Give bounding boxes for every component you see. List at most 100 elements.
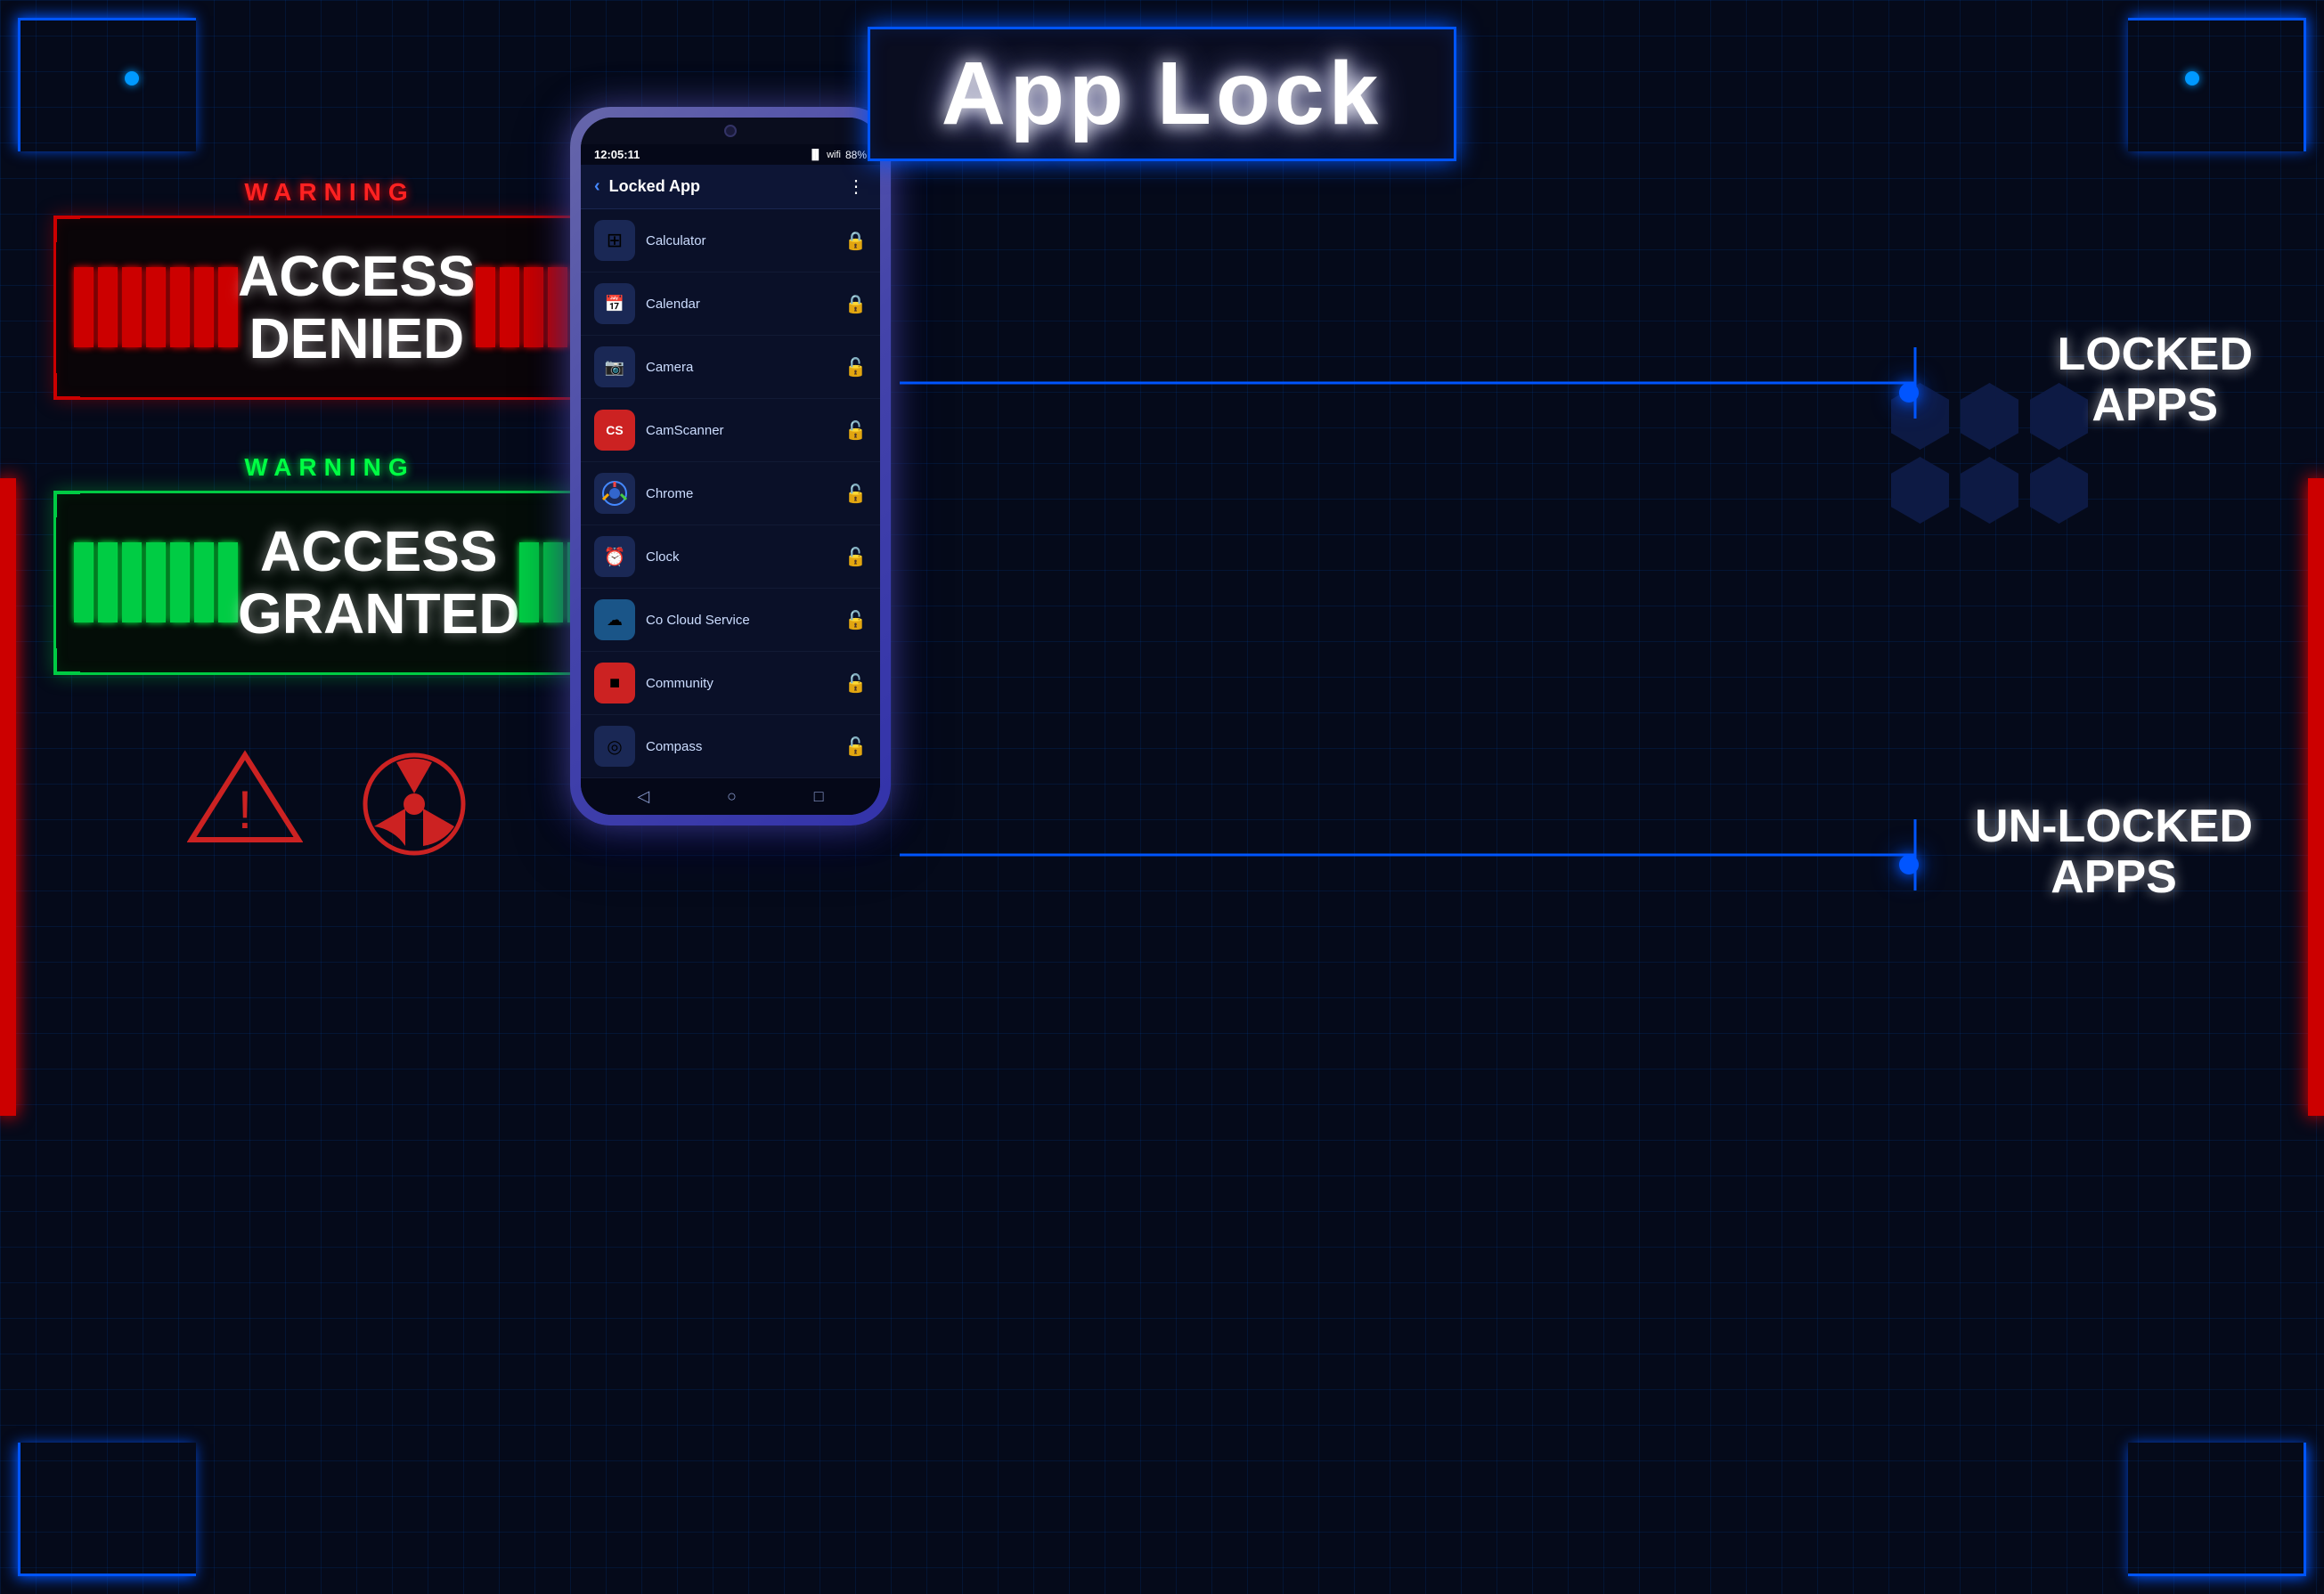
app-header-title: Locked App (609, 177, 838, 196)
access-denied-section: WARNING ACCESS DENIED (53, 178, 606, 400)
app-item-calendar[interactable]: 📅 Calendar 🔒 (581, 272, 880, 336)
unlocked-apps-text-line1: UN-LOCKED (1975, 801, 2253, 852)
stripe-green-3 (122, 542, 142, 622)
app-name-calendar: Calendar (646, 297, 834, 312)
stripe-green-4 (146, 542, 166, 622)
bracket-granted-tl (53, 491, 80, 517)
phone-mockup: 12:05:11 ▐▌ wifi 88% ‹ Locked App ⋮ ⊞ Ca… (570, 107, 891, 825)
hex-5 (1961, 457, 2018, 524)
unlocked-connector-dot (1899, 855, 1919, 874)
app-item-camera[interactable]: 📷 Camera 🔓 (581, 336, 880, 399)
granted-box-inner: ACCESS GRANTED (74, 520, 585, 646)
app-icon-calendar: 📅 (594, 283, 635, 324)
stripe-green-2 (98, 542, 118, 622)
svg-text:!: ! (238, 780, 253, 840)
locked-apps-text-line2: APPS (2057, 380, 2253, 431)
lock-icon-clock: 🔓 (844, 546, 867, 568)
bottom-icons-area: ! (53, 746, 606, 862)
stripe-red-r4 (548, 267, 567, 347)
app-list: ⊞ Calculator 🔒 📅 Calendar 🔒 📷 Camera 🔓 (581, 209, 880, 778)
hex-6 (2030, 457, 2088, 524)
app-item-cloud[interactable]: ☁ Co Cloud Service 🔓 (581, 589, 880, 652)
access-granted-text: ACCESS GRANTED (238, 520, 519, 646)
menu-button[interactable]: ⋮ (847, 175, 867, 198)
stripe-red-r3 (524, 267, 543, 347)
locked-apps-text-line1: LOCKED (2057, 329, 2253, 380)
stripe-red-r1 (476, 267, 495, 347)
access-granted-box: ACCESS GRANTED (53, 491, 606, 675)
stripe-green-6 (194, 542, 214, 622)
app-header: ‹ Locked App ⋮ (581, 165, 880, 209)
title-area: App Lock (107, 27, 2217, 161)
stripe-block-left-granted (74, 542, 238, 622)
warning-triangle-icon: ! (187, 746, 303, 849)
app-name-community: Community (646, 676, 834, 691)
title-box: App Lock (868, 27, 1457, 161)
stripe-red-4 (146, 267, 166, 347)
app-icon-chrome (594, 473, 635, 514)
lock-icon-calendar: 🔒 (844, 293, 867, 315)
hex-4 (1891, 457, 1949, 524)
stripe-green-r1 (519, 542, 539, 622)
nav-home-button[interactable]: ○ (727, 787, 737, 806)
access-denied-text: ACCESS DENIED (238, 245, 476, 370)
app-icon-community: ■ (594, 663, 635, 703)
lock-icon-camscanner: 🔓 (844, 419, 867, 442)
app-item-community[interactable]: ■ Community 🔓 (581, 652, 880, 715)
nav-recent-button[interactable]: □ (814, 787, 824, 806)
app-item-clock[interactable]: ⏰ Clock 🔓 (581, 525, 880, 589)
lock-icon-compass: 🔓 (844, 736, 867, 758)
stripe-red-1 (74, 267, 94, 347)
red-left-accent (0, 478, 16, 1116)
nav-back-button[interactable]: ◁ (637, 787, 649, 806)
lock-icon-cloud: 🔓 (844, 609, 867, 631)
app-item-chrome[interactable]: Chrome 🔓 (581, 462, 880, 525)
bracket-denied-bl (53, 373, 80, 400)
app-item-calculator[interactable]: ⊞ Calculator 🔒 (581, 209, 880, 272)
bracket-denied-tl (53, 216, 80, 242)
hex-2 (1961, 383, 2018, 450)
stripe-red-3 (122, 267, 142, 347)
app-icon-clock: ⏰ (594, 536, 635, 577)
app-icon-camscanner: CS (594, 410, 635, 451)
radiation-icon (356, 746, 472, 862)
unlocked-apps-label: UN-LOCKED APPS (1975, 801, 2253, 903)
stripe-red-6 (194, 267, 214, 347)
stripe-red-5 (170, 267, 190, 347)
app-name-calculator: Calculator (646, 233, 834, 248)
app-icon-camera: 📷 (594, 346, 635, 387)
lock-icon-chrome: 🔓 (844, 483, 867, 505)
stripe-green-5 (170, 542, 190, 622)
app-name-cloud: Co Cloud Service (646, 613, 834, 628)
stripe-block-left-denied (74, 267, 238, 347)
phone-outer: 12:05:11 ▐▌ wifi 88% ‹ Locked App ⋮ ⊞ Ca… (570, 107, 891, 825)
unlocked-apps-text-line2: APPS (1975, 852, 2253, 903)
locked-apps-label: LOCKED APPS (2057, 329, 2253, 431)
red-right-accent (2308, 478, 2324, 1116)
locked-connector-dot (1899, 383, 1919, 403)
warning-label-granted: WARNING (53, 453, 606, 482)
stripe-red-r2 (500, 267, 519, 347)
lock-icon-camera: 🔓 (844, 356, 867, 378)
stripe-red-2 (98, 267, 118, 347)
app-name-camera: Camera (646, 360, 834, 375)
stripe-green-1 (74, 542, 94, 622)
app-name-camscanner: CamScanner (646, 423, 834, 438)
bracket-granted-bl (53, 648, 80, 675)
stripe-green-r2 (543, 542, 563, 622)
app-item-compass[interactable]: ◎ Compass 🔓 (581, 715, 880, 778)
back-button[interactable]: ‹ (594, 176, 600, 197)
lock-icon-community: 🔓 (844, 672, 867, 695)
warning-label-denied: WARNING (53, 178, 606, 207)
app-item-camscanner[interactable]: CS CamScanner 🔓 (581, 399, 880, 462)
app-icon-cloud: ☁ (594, 599, 635, 640)
app-name-clock: Clock (646, 549, 834, 565)
stripe-green-7 (218, 542, 238, 622)
app-name-compass: Compass (646, 739, 834, 754)
denied-box-inner: ACCESS DENIED (74, 245, 585, 370)
left-panel: WARNING ACCESS DENIED (53, 178, 606, 862)
app-icon-compass: ◎ (594, 726, 635, 767)
page-title: App Lock (942, 44, 1383, 143)
lock-icon-calculator: 🔒 (844, 230, 867, 252)
access-denied-box: ACCESS DENIED (53, 216, 606, 400)
